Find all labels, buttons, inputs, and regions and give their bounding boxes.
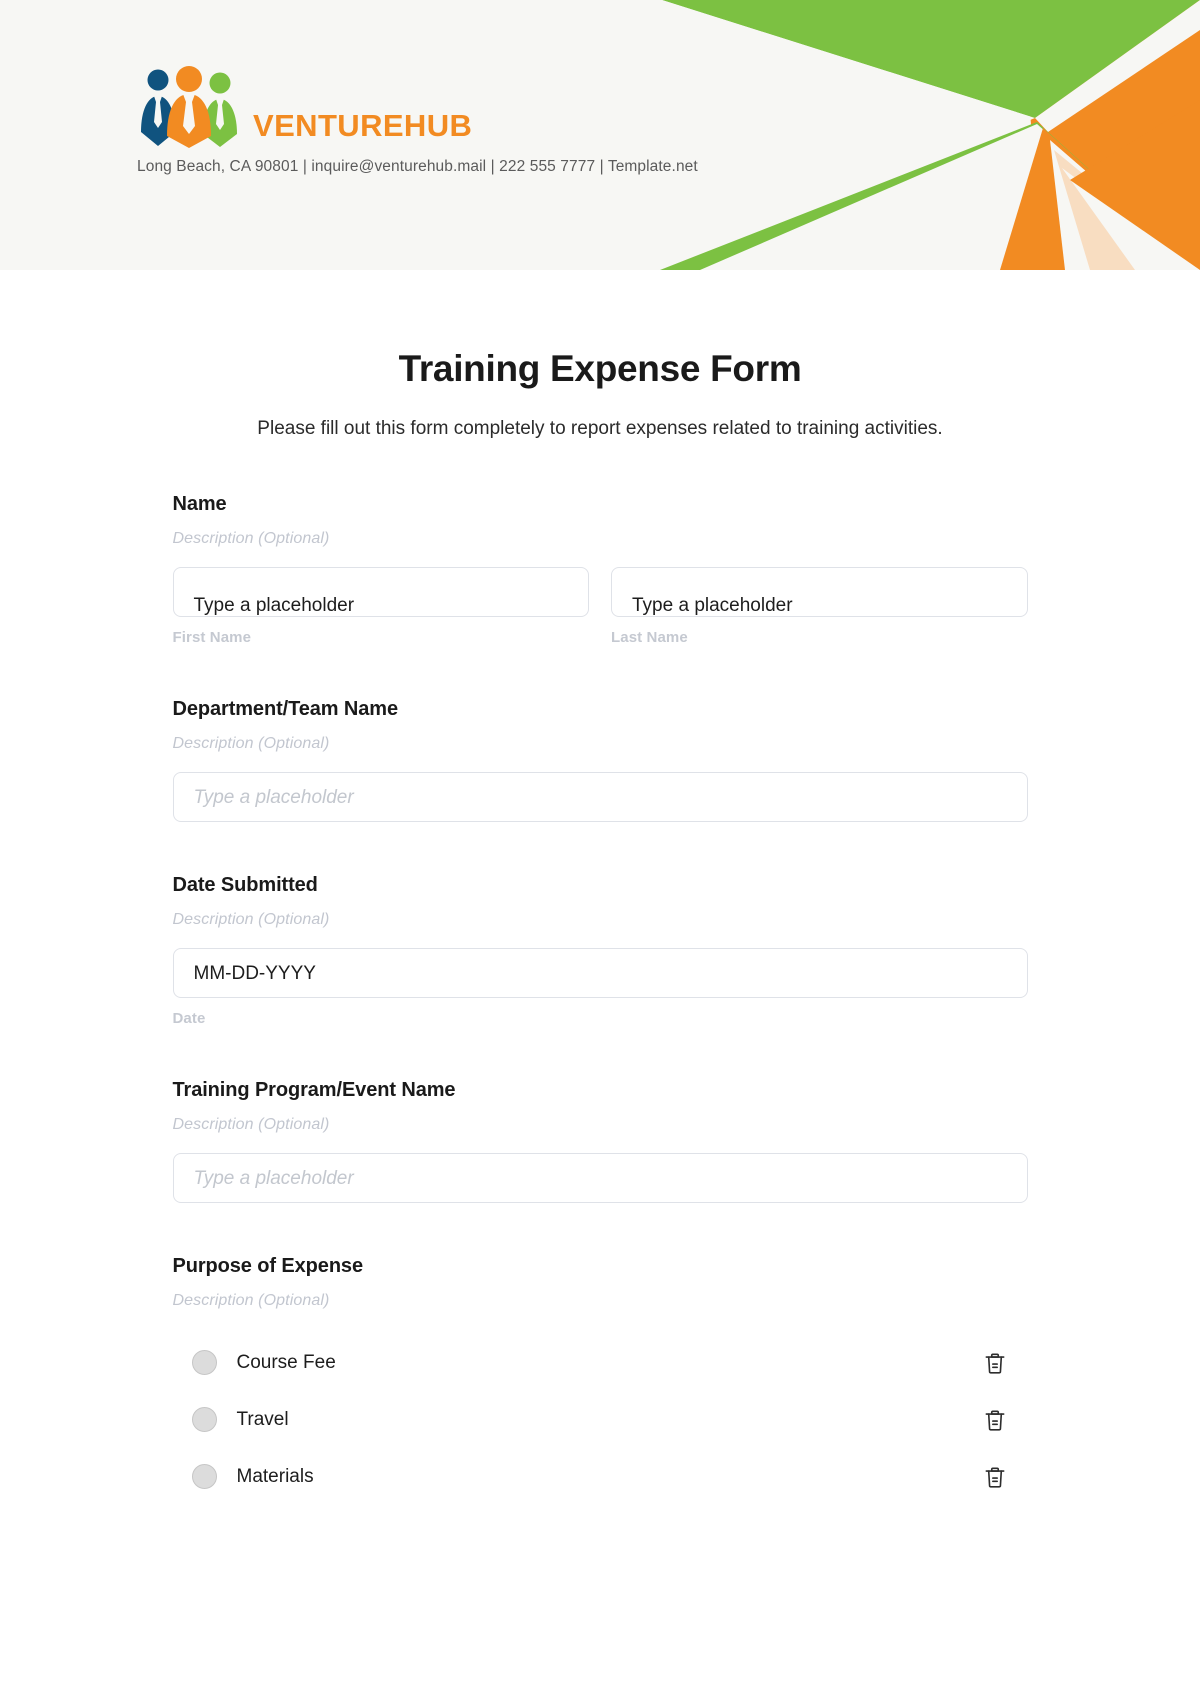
date-input[interactable]: MM-DD-YYYY [172,948,1028,999]
field-label: Purpose of Expense [172,1255,364,1278]
page-title: Training Expense Form [398,348,802,389]
contact-info-line: Long Beach, CA 90801 | inquire@venturehu… [137,158,698,175]
trash-icon[interactable] [982,1350,1008,1376]
last-name-sublabel: Last Name [611,629,688,647]
form-sheet: Training Expense Form Please fill out th… [0,270,1200,1506]
option-label: Travel [236,1408,289,1430]
first-name-input[interactable]: Type a placeholder [172,567,589,618]
brand-logo-block: VENTUREHUB Long Beach, CA 90801 | inquir… [137,66,698,176]
purpose-options-list: Course Fee Travel Materials [173,1334,1028,1505]
field-label: Training Program/Event Name [172,1079,456,1102]
radio-icon[interactable] [191,1464,217,1490]
training-program-input[interactable]: Type a placeholder [172,1153,1028,1204]
page-header: VENTUREHUB Long Beach, CA 90801 | inquir… [0,0,1200,270]
field-name: Name Description (Optional) Type a place… [172,493,1028,647]
form-fields: Name Description (Optional) Type a place… [172,441,1028,1505]
field-description: Description (Optional) [172,1292,330,1310]
option-row[interactable]: Materials [173,1448,1028,1505]
last-name-input[interactable]: Type a placeholder [611,567,1028,618]
field-description: Description (Optional) [172,1116,330,1134]
three-people-group-icon [141,66,237,148]
field-purpose-of-expense: Purpose of Expense Description (Optional… [173,1255,1028,1505]
field-description: Description (Optional) [172,530,330,548]
field-department-team-name: Department/Team Name Description (Option… [172,698,1028,823]
field-training-program-event-name: Training Program/Event Name Description … [172,1079,1028,1204]
page-subtitle: Please fill out this form completely to … [257,417,943,439]
trash-icon[interactable] [982,1464,1008,1490]
option-row[interactable]: Course Fee [173,1334,1028,1391]
brand-name: VENTUREHUB [253,108,473,143]
radio-icon[interactable] [191,1350,217,1376]
date-sublabel: Date [172,1010,206,1028]
trash-icon[interactable] [982,1407,1008,1433]
first-name-sublabel: First Name [172,629,252,647]
department-input[interactable]: Type a placeholder [172,772,1028,823]
field-label: Name [172,493,227,516]
field-description: Description (Optional) [172,911,330,929]
field-label: Department/Team Name [172,698,399,721]
field-date-submitted: Date Submitted Description (Optional) MM… [172,874,1028,1028]
option-label: Course Fee [236,1351,336,1373]
radio-icon[interactable] [191,1407,217,1433]
field-label: Date Submitted [172,874,318,897]
option-row[interactable]: Travel [173,1391,1028,1448]
option-label: Materials [236,1465,314,1487]
field-description: Description (Optional) [172,735,330,753]
